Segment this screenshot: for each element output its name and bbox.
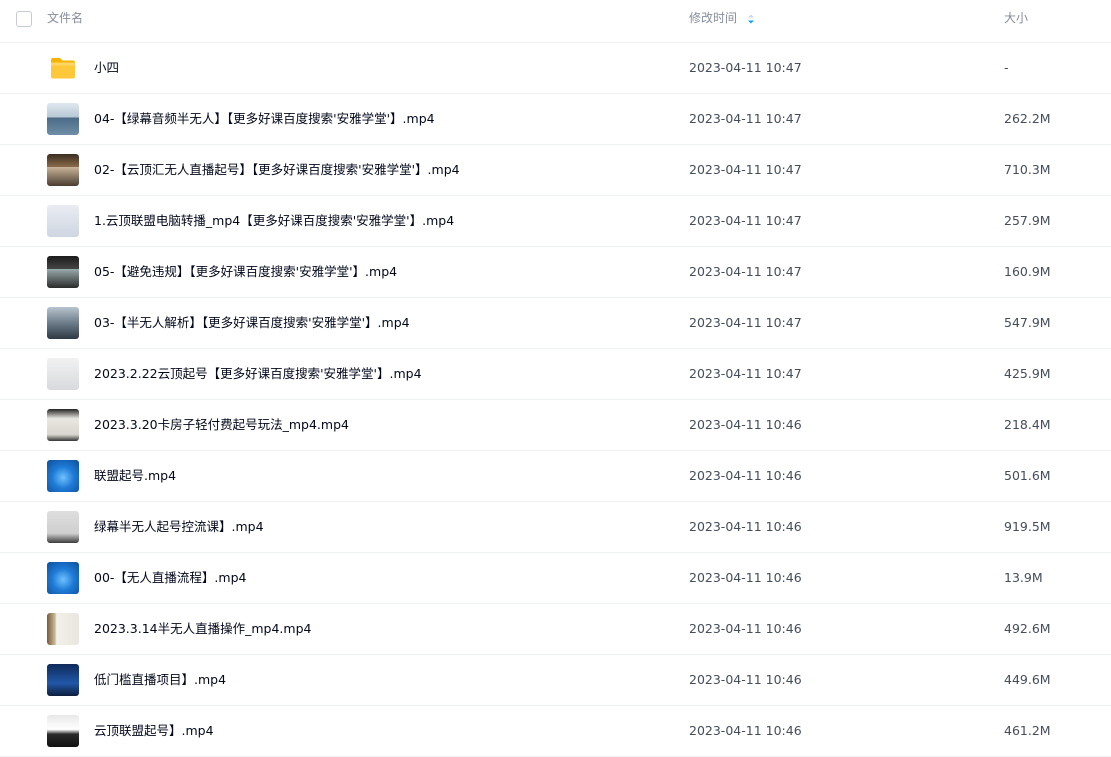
file-name[interactable]: 1.云顶联盟电脑转播_mp4【更多好课百度搜索'安雅学堂'】.mp4	[94, 196, 454, 246]
file-row[interactable]: 2023.3.20卡房子轻付费起号玩法_mp4.mp4 2023-04-11 1…	[0, 400, 1111, 451]
file-row[interactable]: 05-【避免违规】【更多好课百度搜索'安雅学堂'】.mp4 2023-04-11…	[0, 247, 1111, 298]
file-modified-time: 2023-04-11 10:46	[689, 672, 802, 687]
select-all-checkbox[interactable]	[16, 11, 32, 27]
file-size: 257.9M	[1004, 213, 1051, 228]
column-header-name[interactable]: 文件名	[47, 0, 83, 37]
file-row[interactable]: 联盟起号.mp4 2023-04-11 10:46 501.6M	[0, 451, 1111, 502]
file-row[interactable]: 04-【绿幕音频半无人】【更多好课百度搜索'安雅学堂'】.mp4 2023-04…	[0, 94, 1111, 145]
video-thumbnail	[47, 613, 79, 645]
list-header: 文件名 修改时间 大小	[0, 0, 1111, 43]
file-modified-time: 2023-04-11 10:46	[689, 519, 802, 534]
file-modified-time: 2023-04-11 10:46	[689, 417, 802, 432]
file-name[interactable]: 05-【避免违规】【更多好课百度搜索'安雅学堂'】.mp4	[94, 247, 397, 297]
file-size: 218.4M	[1004, 417, 1051, 432]
file-row[interactable]: 云顶联盟起号】.mp4 2023-04-11 10:46 461.2M	[0, 706, 1111, 757]
file-size: 501.6M	[1004, 468, 1051, 483]
file-row[interactable]: 2023.2.22云顶起号【更多好课百度搜索'安雅学堂'】.mp4 2023-0…	[0, 349, 1111, 400]
video-thumbnail	[47, 511, 79, 543]
file-modified-time: 2023-04-11 10:46	[689, 621, 802, 636]
file-name[interactable]: 00-【无人直播流程】.mp4	[94, 553, 246, 603]
video-thumbnail	[47, 664, 79, 696]
file-row[interactable]: 00-【无人直播流程】.mp4 2023-04-11 10:46 13.9M	[0, 553, 1111, 604]
file-name[interactable]: 绿幕半无人起号控流课】.mp4	[94, 502, 264, 552]
file-row[interactable]: 2023.3.14半无人直播操作_mp4.mp4 2023-04-11 10:4…	[0, 604, 1111, 655]
file-modified-time: 2023-04-11 10:47	[689, 162, 802, 177]
file-name[interactable]: 02-【云顶汇无人直播起号】【更多好课百度搜索'安雅学堂'】.mp4	[94, 145, 460, 195]
file-size: 262.2M	[1004, 111, 1051, 126]
file-list: 文件名 修改时间 大小 小四 2023-04-11 10:47 - 04-【绿幕…	[0, 0, 1111, 757]
folder-icon	[51, 58, 75, 79]
file-modified-time: 2023-04-11 10:47	[689, 111, 802, 126]
file-modified-time: 2023-04-11 10:47	[689, 315, 802, 330]
column-header-size[interactable]: 大小	[1004, 0, 1028, 37]
file-row[interactable]: 绿幕半无人起号控流课】.mp4 2023-04-11 10:46 919.5M	[0, 502, 1111, 553]
file-name[interactable]: 低门槛直播项目】.mp4	[94, 655, 226, 705]
file-size: 13.9M	[1004, 570, 1043, 585]
video-thumbnail	[47, 205, 79, 237]
file-name[interactable]: 云顶联盟起号】.mp4	[94, 706, 214, 756]
video-thumbnail	[47, 103, 79, 135]
file-name[interactable]: 2023.3.20卡房子轻付费起号玩法_mp4.mp4	[94, 400, 349, 450]
video-thumbnail	[47, 256, 79, 288]
video-thumbnail	[47, 307, 79, 339]
file-size: 492.6M	[1004, 621, 1051, 636]
file-name[interactable]: 联盟起号.mp4	[94, 451, 176, 501]
file-size: 425.9M	[1004, 366, 1051, 381]
file-size: -	[1004, 60, 1009, 75]
file-name[interactable]: 2023.2.22云顶起号【更多好课百度搜索'安雅学堂'】.mp4	[94, 349, 422, 399]
file-size: 449.6M	[1004, 672, 1051, 687]
file-modified-time: 2023-04-11 10:47	[689, 213, 802, 228]
column-header-modified-time[interactable]: 修改时间	[689, 0, 737, 37]
file-size: 461.2M	[1004, 723, 1051, 738]
video-thumbnail	[47, 715, 79, 747]
file-modified-time: 2023-04-11 10:46	[689, 468, 802, 483]
file-row[interactable]: 低门槛直播项目】.mp4 2023-04-11 10:46 449.6M	[0, 655, 1111, 706]
video-thumbnail	[47, 154, 79, 186]
file-size: 160.9M	[1004, 264, 1051, 279]
file-size: 710.3M	[1004, 162, 1051, 177]
file-name[interactable]: 小四	[94, 43, 119, 93]
file-name[interactable]: 04-【绿幕音频半无人】【更多好课百度搜索'安雅学堂'】.mp4	[94, 94, 435, 144]
file-size: 547.9M	[1004, 315, 1051, 330]
video-thumbnail	[47, 409, 79, 441]
sort-desc-icon[interactable]	[747, 12, 755, 26]
file-name[interactable]: 2023.3.14半无人直播操作_mp4.mp4	[94, 604, 311, 654]
file-row[interactable]: 1.云顶联盟电脑转播_mp4【更多好课百度搜索'安雅学堂'】.mp4 2023-…	[0, 196, 1111, 247]
file-modified-time: 2023-04-11 10:47	[689, 60, 802, 75]
video-thumbnail	[47, 562, 79, 594]
file-modified-time: 2023-04-11 10:46	[689, 570, 802, 585]
file-modified-time: 2023-04-11 10:47	[689, 264, 802, 279]
file-size: 919.5M	[1004, 519, 1051, 534]
file-row[interactable]: 02-【云顶汇无人直播起号】【更多好课百度搜索'安雅学堂'】.mp4 2023-…	[0, 145, 1111, 196]
file-name[interactable]: 03-【半无人解析】【更多好课百度搜索'安雅学堂'】.mp4	[94, 298, 410, 348]
file-modified-time: 2023-04-11 10:46	[689, 723, 802, 738]
file-modified-time: 2023-04-11 10:47	[689, 366, 802, 381]
file-row[interactable]: 03-【半无人解析】【更多好课百度搜索'安雅学堂'】.mp4 2023-04-1…	[0, 298, 1111, 349]
video-thumbnail	[47, 460, 79, 492]
file-row[interactable]: 小四 2023-04-11 10:47 -	[0, 43, 1111, 94]
video-thumbnail	[47, 358, 79, 390]
